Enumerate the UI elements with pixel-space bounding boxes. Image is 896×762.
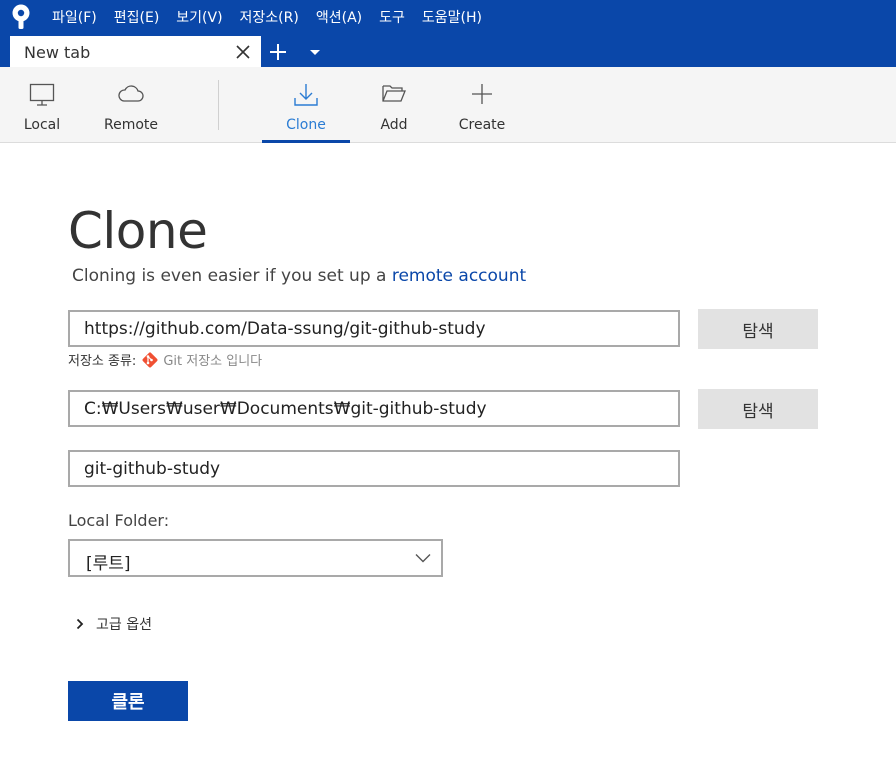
advanced-options-label: 고급 옵션 (96, 617, 152, 633)
menu-help[interactable]: 도움말(H) (422, 7, 482, 27)
menu-bar: 파일(F) 편집(E) 보기(V) 저장소(R) 액션(A) 도구 도움말(H) (0, 0, 896, 34)
menu-tools[interactable]: 도구 (379, 7, 405, 27)
destination-path-input[interactable] (70, 392, 678, 425)
monitor-icon (29, 83, 55, 106)
local-folder-select[interactable]: [루트] (68, 539, 443, 577)
plus-icon (472, 84, 492, 104)
clone-tab-button[interactable]: Clone (262, 67, 350, 143)
tab-new-tab[interactable]: New tab (10, 36, 261, 67)
menu-view[interactable]: 보기(V) (176, 7, 222, 27)
menu-edit[interactable]: 편집(E) (114, 7, 160, 27)
source-url-input[interactable] (70, 312, 678, 345)
repo-type: 저장소 종류: Git 저장소 입니다 (68, 350, 262, 369)
browse-source-button[interactable]: 탐색 (698, 309, 818, 349)
repo-type-label: 저장소 종류: (68, 354, 137, 369)
local-folder-value: [루트] (86, 554, 131, 574)
remote-account-link[interactable]: remote account (392, 266, 526, 286)
chevron-down-icon (415, 554, 431, 563)
browse-destination-button[interactable]: 탐색 (698, 389, 818, 429)
destination-path-field[interactable] (68, 390, 680, 427)
local-button[interactable]: Local (14, 67, 70, 143)
remote-button[interactable]: Remote (98, 67, 164, 143)
subtitle: Cloning is even easier if you set up a r… (72, 266, 526, 286)
main-menu: 파일(F) 편집(E) 보기(V) 저장소(R) 액션(A) 도구 도움말(H) (52, 0, 499, 34)
subtitle-text: Cloning is even easier if you set up a (72, 266, 392, 286)
add-button[interactable]: Add (368, 67, 420, 143)
tab-label: New tab (24, 43, 91, 62)
chevron-right-icon (76, 618, 84, 630)
git-icon (142, 352, 158, 367)
chevron-down-icon[interactable] (309, 49, 321, 57)
cloud-icon (118, 85, 144, 102)
clone-button[interactable]: 클론 (68, 681, 188, 721)
plus-icon[interactable] (268, 42, 288, 62)
source-url-field[interactable] (68, 310, 680, 347)
menu-actions[interactable]: 액션(A) (316, 7, 362, 27)
active-tab-underline (262, 140, 350, 143)
close-icon[interactable] (235, 44, 251, 60)
tab-strip: New tab (0, 34, 896, 67)
repo-name-input[interactable] (70, 452, 678, 485)
download-icon (294, 84, 318, 106)
toolbar-separator (218, 80, 219, 130)
folder-open-icon (382, 85, 406, 102)
menu-repository[interactable]: 저장소(R) (240, 7, 299, 27)
repo-name-field[interactable] (68, 450, 680, 487)
remote-label: Remote (103, 117, 159, 133)
sourcetree-logo-icon (12, 4, 30, 29)
create-button[interactable]: Create (452, 67, 512, 143)
toolbar: Local Remote Clone Add Create (0, 67, 896, 143)
local-folder-label: Local Folder: (68, 511, 170, 530)
advanced-options-toggle[interactable]: 고급 옵션 (76, 614, 152, 634)
repo-type-value: Git 저장소 입니다 (163, 354, 263, 369)
page-title: Clone (68, 202, 208, 260)
clone-tab-label: Clone (286, 117, 326, 133)
menu-file[interactable]: 파일(F) (52, 7, 97, 27)
local-label: Local (23, 117, 61, 133)
add-label: Add (380, 117, 408, 133)
create-label: Create (458, 117, 506, 133)
